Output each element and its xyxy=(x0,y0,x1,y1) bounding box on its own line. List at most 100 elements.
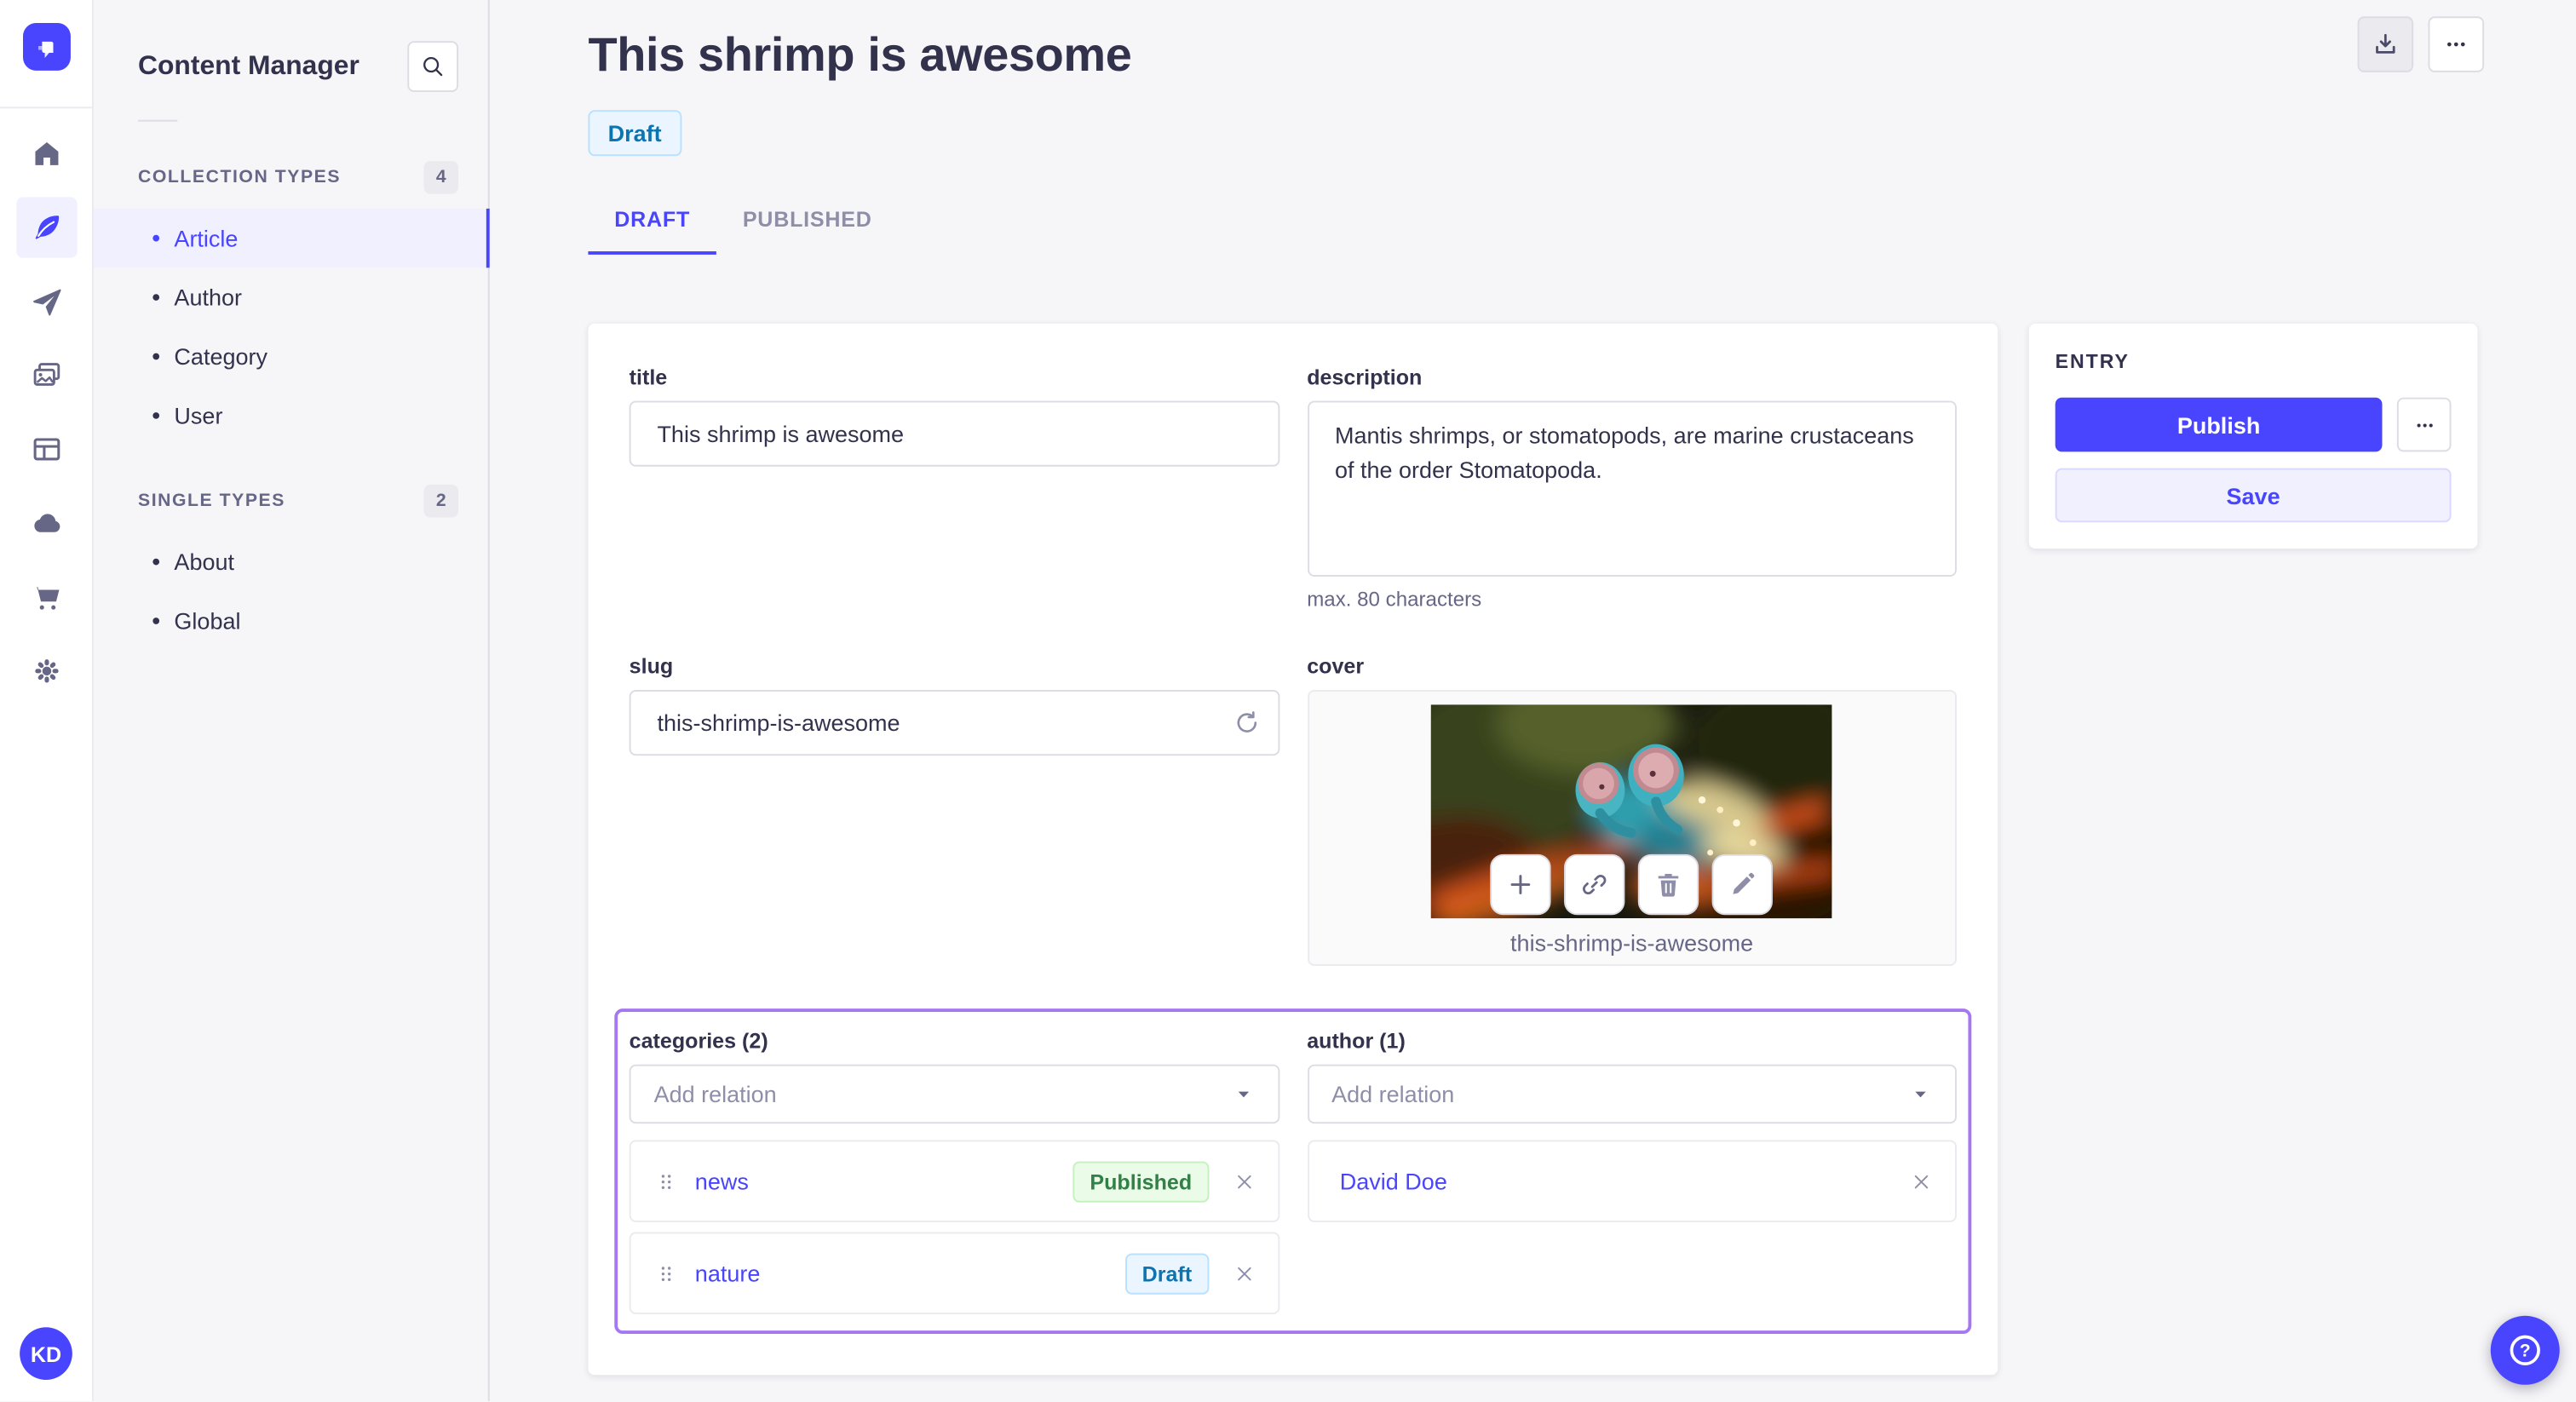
regenerate-slug-button[interactable] xyxy=(1231,708,1261,738)
bullet-icon xyxy=(152,618,160,624)
section-label: SINGLE TYPES xyxy=(138,491,285,511)
chevron-down-icon xyxy=(1915,1091,1926,1098)
drag-handle-icon[interactable] xyxy=(654,1169,679,1193)
author-add-relation-combobox[interactable]: Add relation xyxy=(1307,1064,1957,1124)
paper-plane-icon xyxy=(32,289,60,316)
more-horizontal-icon xyxy=(2447,42,2465,47)
app-window: KD Content Manager COLLECTION TYPES 4 Ar… xyxy=(0,0,2576,1402)
plus-icon xyxy=(1511,875,1531,894)
cover-actions xyxy=(1490,853,1774,916)
close-icon xyxy=(1237,1174,1251,1188)
sidebar-divider xyxy=(138,119,178,122)
cover-caption: this-shrimp-is-awesome xyxy=(1510,929,1754,957)
svg-text:?: ? xyxy=(2520,1342,2531,1361)
remove-relation-button[interactable] xyxy=(1911,1170,1932,1192)
search-icon xyxy=(423,56,443,77)
sidebar-item-author[interactable]: Author xyxy=(94,267,488,326)
status-badge: Draft xyxy=(588,110,681,157)
bullet-icon xyxy=(152,294,160,301)
bullet-icon xyxy=(152,353,160,360)
slug-input[interactable] xyxy=(629,690,1279,756)
export-button[interactable] xyxy=(2357,16,2414,72)
description-textarea[interactable]: Mantis shrimps, or stomatopods, are mari… xyxy=(1307,400,1957,577)
header-actions xyxy=(2357,16,2485,72)
remove-relation-button[interactable] xyxy=(1233,1170,1254,1192)
tab-published[interactable]: PUBLISHED xyxy=(716,187,899,255)
nav-deploy[interactable] xyxy=(15,493,76,554)
sidebar-item-article[interactable]: Article xyxy=(93,208,490,268)
single-types-section: SINGLE TYPES 2 About Global xyxy=(94,484,488,651)
drag-handle-icon[interactable] xyxy=(654,1261,679,1285)
sidebar-item-category[interactable]: Category xyxy=(94,327,488,386)
nav-content-manager[interactable] xyxy=(15,197,77,258)
relation-item-david-doe: David Doe xyxy=(1307,1140,1957,1222)
single-types-list: About Global xyxy=(94,532,488,651)
title-field: title xyxy=(629,365,1279,611)
tab-draft[interactable]: DRAFT xyxy=(588,187,717,255)
entry-more-button[interactable] xyxy=(2396,397,2452,452)
relation-link[interactable]: nature xyxy=(695,1260,761,1286)
link-icon xyxy=(1583,875,1607,895)
author-field: author (1) Add relation David Doe xyxy=(1307,1028,1957,1314)
sidebar-item-global[interactable]: Global xyxy=(94,591,488,650)
close-icon xyxy=(1914,1174,1929,1188)
relation-link[interactable]: David Doe xyxy=(1340,1168,1447,1194)
relation-status-badge: Published xyxy=(1073,1160,1209,1202)
nav-media-library[interactable] xyxy=(15,345,76,405)
chevron-down-icon xyxy=(1237,1091,1249,1098)
cover-field: cover this-shrimp-is-awesome xyxy=(1307,654,1957,967)
slug-field: slug xyxy=(629,653,1279,966)
strapi-logo[interactable] xyxy=(22,23,70,71)
sidebar-title: Content Manager xyxy=(138,50,359,81)
cover-delete-button[interactable] xyxy=(1638,853,1699,916)
nav-marketplace[interactable] xyxy=(15,566,76,627)
relations-group: categories (2) Add relation news Publish… xyxy=(614,1008,1972,1335)
nav-releases[interactable] xyxy=(15,271,76,331)
description-field-label: description xyxy=(1307,365,1423,390)
cloud-icon xyxy=(33,514,60,532)
remove-relation-button[interactable] xyxy=(1233,1262,1254,1284)
sidebar-item-label: Global xyxy=(174,607,241,635)
nav-content-type-builder[interactable] xyxy=(15,419,76,480)
bullet-icon xyxy=(152,558,160,566)
search-button[interactable] xyxy=(407,41,459,93)
section-count-badge: 2 xyxy=(423,484,459,518)
header-more-button[interactable] xyxy=(2428,16,2485,72)
description-hint: max. 80 characters xyxy=(1307,588,1482,612)
entry-panel: ENTRY Publish Save xyxy=(2028,323,2478,549)
cover-media-card: this-shrimp-is-awesome xyxy=(1307,690,1957,967)
bullet-icon xyxy=(152,412,160,419)
publish-button[interactable]: Publish xyxy=(2055,397,2383,452)
relation-item-news: news Published xyxy=(629,1140,1279,1222)
collection-types-section: COLLECTION TYPES 4 Article Author Catego… xyxy=(93,161,490,445)
strapi-logo-icon xyxy=(37,40,54,57)
content-type-builder-icon xyxy=(32,438,60,461)
description-field: description Mantis shrimps, or stomatopo… xyxy=(1307,365,1957,611)
user-avatar[interactable]: KD xyxy=(20,1327,72,1381)
title-input[interactable] xyxy=(629,400,1279,467)
nav-settings[interactable] xyxy=(15,641,76,701)
cover-edit-button[interactable] xyxy=(1712,853,1774,916)
categories-add-relation-combobox[interactable]: Add relation xyxy=(629,1064,1279,1124)
edit-form-card: title description Mantis shrimps, or sto… xyxy=(588,323,1998,1376)
slug-field-label: slug xyxy=(629,653,674,679)
settings-gear-icon xyxy=(34,659,58,683)
relation-status-badge: Draft xyxy=(1125,1252,1209,1294)
save-button[interactable]: Save xyxy=(2055,468,2452,523)
bullet-icon xyxy=(152,234,160,242)
media-library-icon xyxy=(32,363,60,386)
section-count-badge: 4 xyxy=(423,161,459,194)
relation-link[interactable]: news xyxy=(695,1168,749,1194)
nav-home[interactable] xyxy=(15,124,76,184)
help-button[interactable]: ? xyxy=(2490,1315,2560,1385)
cover-image[interactable] xyxy=(1431,704,1832,919)
cover-copy-link-button[interactable] xyxy=(1564,853,1625,916)
content-manager-feather-icon xyxy=(34,215,59,239)
sidebar-item-user[interactable]: User xyxy=(94,386,488,445)
collection-types-list: Article Author Category User xyxy=(93,208,490,445)
question-mark-icon: ? xyxy=(2510,1335,2540,1365)
sidebar-item-about[interactable]: About xyxy=(94,532,488,591)
cover-add-button[interactable] xyxy=(1490,853,1552,916)
relation-item-nature: nature Draft xyxy=(629,1232,1279,1314)
more-horizontal-icon xyxy=(2416,422,2432,427)
